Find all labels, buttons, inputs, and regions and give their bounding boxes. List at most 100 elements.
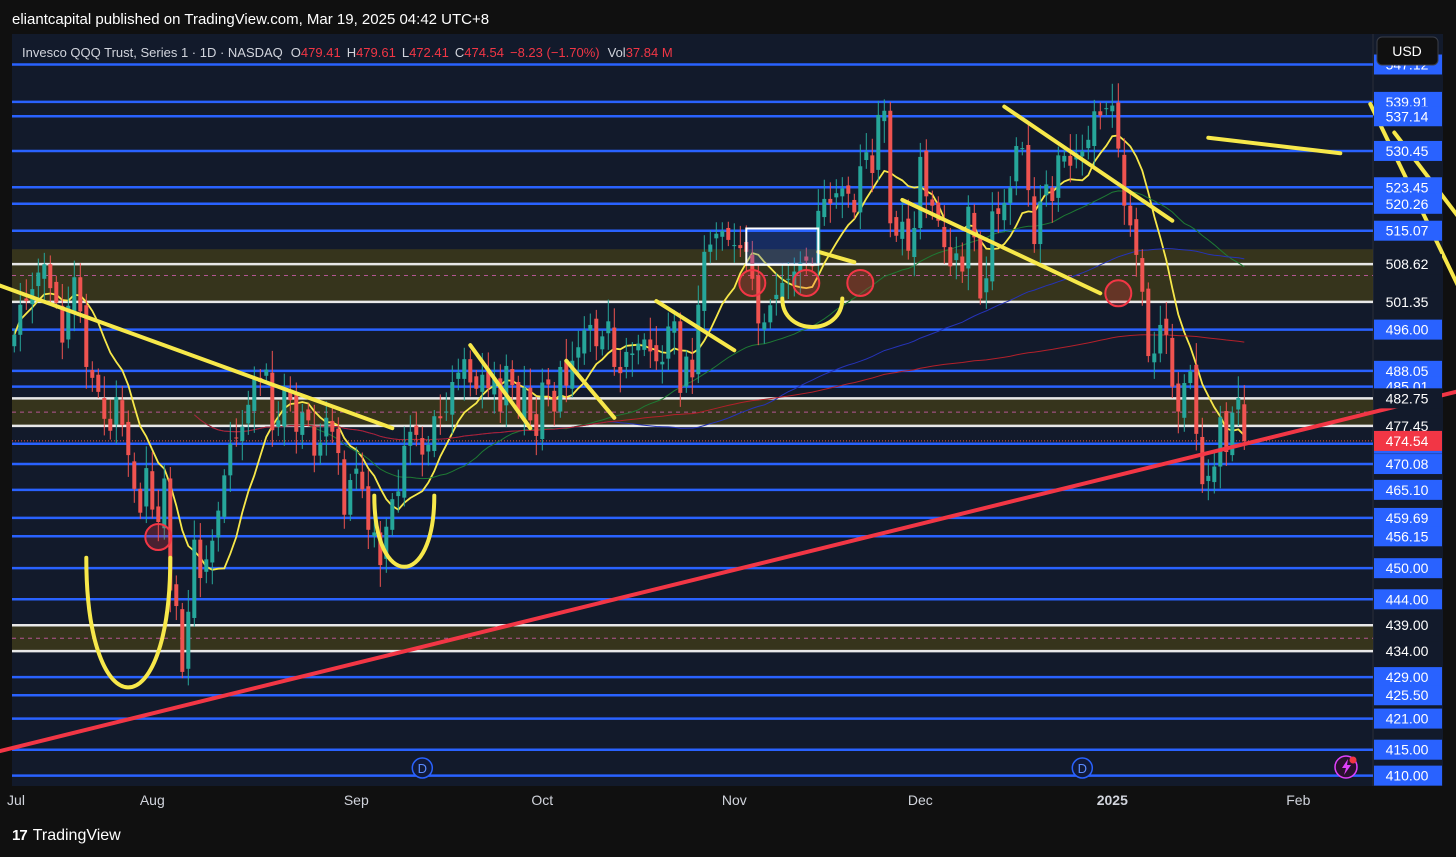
candle-bull (192, 539, 197, 618)
price-tag-label: 515.07 (1386, 223, 1429, 239)
symbol-legend: Invesco QQQ Trust, Series 1 · 1D · NASDA… (22, 45, 673, 60)
candle-bear (1200, 436, 1205, 485)
price-tag-label: 456.15 (1386, 528, 1429, 544)
candle-bull (624, 351, 629, 367)
candle-bear (852, 199, 857, 213)
candle-bear (594, 318, 599, 347)
candle-bear (1242, 404, 1247, 442)
currency-button[interactable]: USD (1376, 36, 1439, 66)
candle-bull (576, 347, 581, 358)
candle-bull (1062, 155, 1067, 162)
price-tag-label: 425.50 (1386, 687, 1429, 703)
candle-bear (360, 471, 365, 490)
candle-bull (1038, 201, 1043, 245)
candle-bull (768, 305, 773, 323)
candle-bull (264, 369, 269, 376)
candle-bull (1158, 324, 1163, 354)
candle-bear (618, 366, 623, 374)
candle-bull (660, 361, 665, 365)
candle-bear (612, 327, 617, 367)
candle-bear (1122, 154, 1127, 206)
legend-l-value: 472.41 (409, 45, 449, 60)
tradingview-footer[interactable]: 17 TradingView (12, 822, 121, 850)
candle-bull (1056, 155, 1061, 198)
candle-bull (240, 426, 245, 442)
candle-bear (90, 370, 95, 378)
candle-bull (480, 374, 485, 392)
candle-bull (588, 324, 593, 331)
candle-bull (372, 532, 377, 537)
candle-bull (702, 251, 707, 311)
candle-bull (300, 412, 305, 435)
candle-bear (48, 264, 53, 289)
candle-bear (1140, 258, 1145, 292)
candle-bear (420, 438, 425, 455)
candle-bull (786, 278, 791, 280)
price-tag-label: 488.05 (1386, 363, 1429, 379)
candle-bear (96, 374, 101, 392)
candle-bull (954, 253, 959, 261)
candle-bull (582, 330, 587, 354)
candle-bear (960, 256, 965, 272)
price-tag-label: 520.26 (1386, 196, 1429, 212)
candle-bear (534, 414, 539, 436)
candle-bull (876, 114, 881, 170)
candle-bull (666, 326, 671, 359)
candle-bull (216, 510, 221, 538)
time-tick-label: 2025 (1097, 792, 1128, 808)
red-circle-marker (738, 268, 767, 297)
price-tag-label: 450.00 (1386, 560, 1429, 576)
tradingview-logo-icon: 17 (12, 827, 28, 844)
legend-h-value: 479.61 (356, 45, 396, 60)
candle-bear (690, 359, 695, 378)
price-tag-label: 434.00 (1386, 643, 1429, 659)
candle-bear (156, 506, 161, 523)
candle-bear (102, 398, 107, 419)
price-tag-label: 421.00 (1386, 711, 1429, 727)
candle-bull (252, 377, 257, 412)
candle-bear (1146, 288, 1151, 357)
candle-bull (12, 334, 17, 347)
red-circle-marker (792, 268, 821, 297)
candle-bear (1134, 219, 1139, 255)
candle-bear (1098, 111, 1103, 116)
candle-bull (732, 245, 737, 247)
candle-bull (540, 382, 545, 440)
time-tick-label: Oct (531, 792, 553, 808)
time-axis[interactable]: JulAugSepOctNovDec2025FebMar (7, 792, 1456, 808)
candle-bear (648, 339, 653, 352)
candle-bull (1014, 146, 1019, 182)
candle-bull (600, 336, 605, 350)
time-tick-label: Jul (7, 792, 25, 808)
candle-bear (1194, 364, 1199, 434)
candle-bull (1188, 371, 1193, 384)
candle-bear (78, 277, 83, 312)
candle-bull (144, 468, 149, 507)
current-price-label: 474.54 (1386, 433, 1429, 449)
candle-bull (642, 339, 647, 350)
candle-bull (834, 193, 839, 198)
candle-bull (396, 491, 401, 497)
candle-bull (822, 198, 827, 218)
candle-bull (456, 372, 461, 379)
candle-bear (726, 227, 731, 240)
candle-bull (1080, 151, 1085, 157)
candle-bear (738, 245, 743, 249)
candle-bear (126, 421, 131, 456)
currency-label: USD (1392, 43, 1422, 59)
candle-bull (408, 431, 413, 446)
candle-bull (918, 156, 923, 228)
price-tag-label: 459.69 (1386, 510, 1429, 526)
candle-bull (1092, 111, 1097, 147)
alert-lightning-icon[interactable] (1334, 755, 1358, 779)
candle-bull (324, 417, 329, 437)
candle-bear (828, 198, 833, 204)
dividend-marker-label: D (418, 761, 427, 776)
candle-bull (630, 353, 635, 356)
candle-bear (1068, 155, 1073, 166)
candle-bear (174, 584, 179, 607)
candle-bull (708, 244, 713, 252)
candle-bull (450, 381, 455, 415)
candle-bull (228, 443, 233, 476)
price-chart[interactable]: 550.00547.12539.91537.14530.45523.45520.… (0, 0, 1456, 857)
